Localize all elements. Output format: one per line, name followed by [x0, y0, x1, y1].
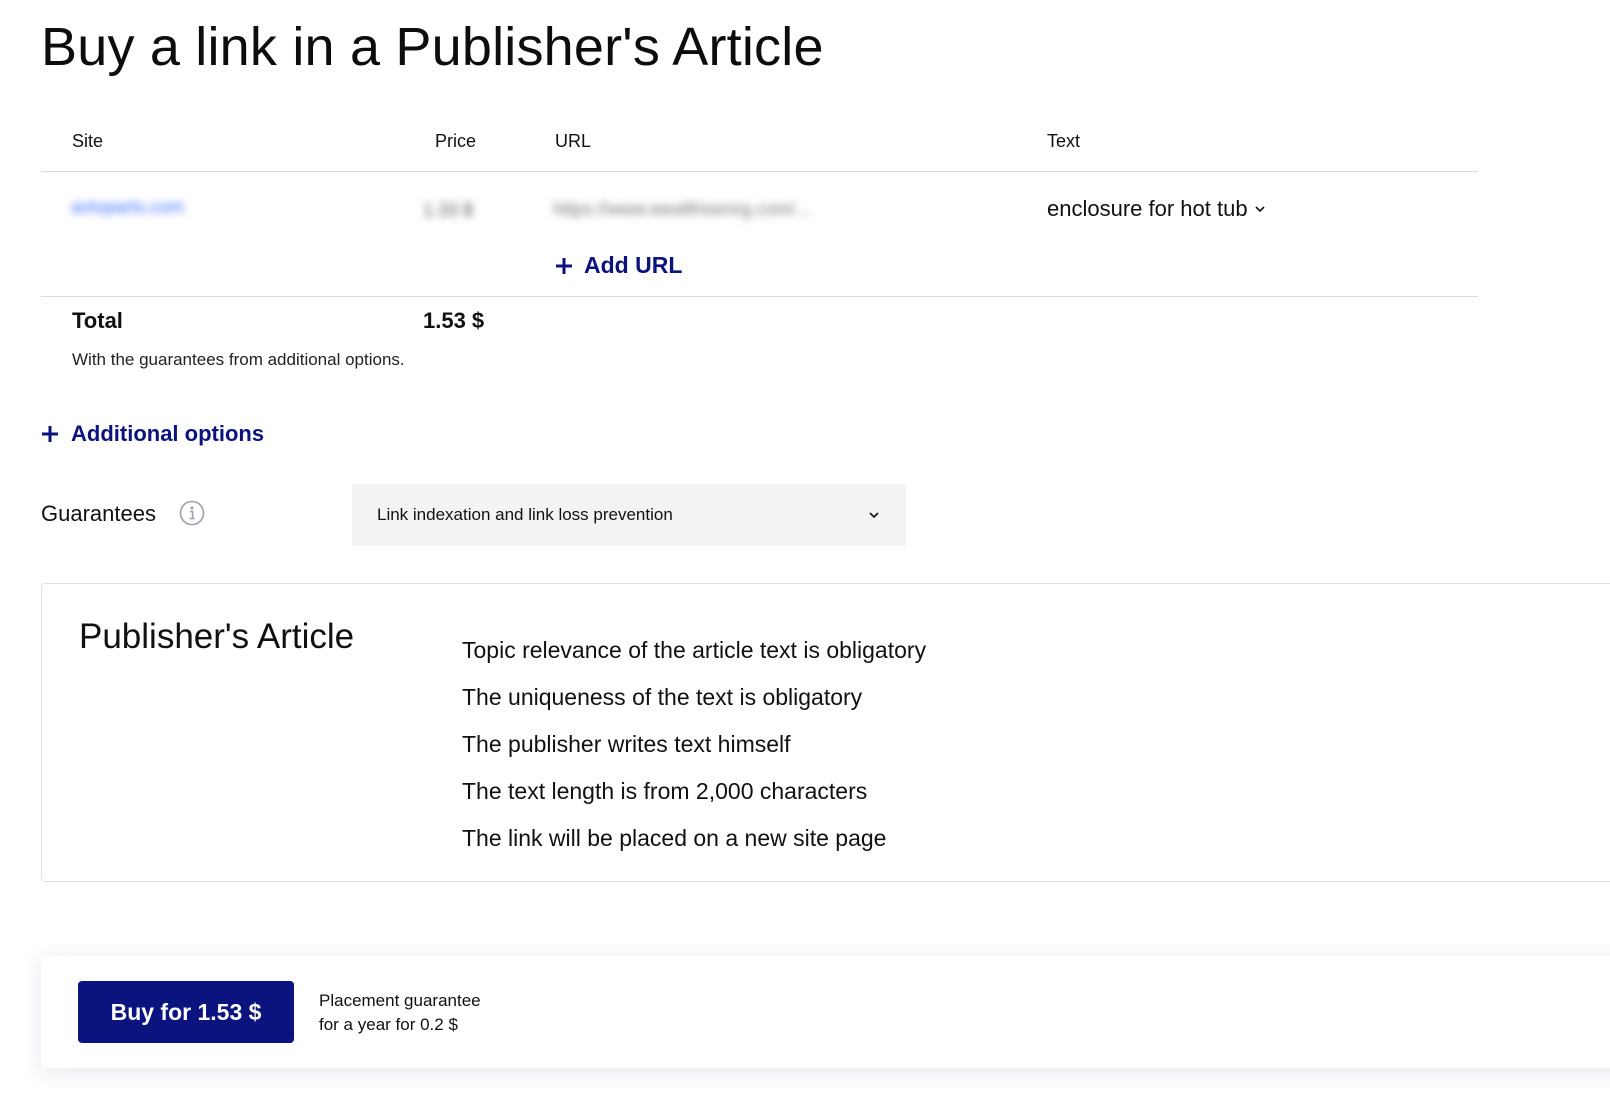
feature-list: Topic relevance of the article text is o… — [462, 627, 926, 862]
total-note: With the guarantees from additional opti… — [72, 350, 405, 369]
placement-note-line: Placement guarantee — [319, 991, 481, 1010]
total-value: 1.53 $ — [423, 308, 485, 333]
guarantees-selected-value: Link indexation and link loss prevention — [377, 505, 673, 524]
anchor-text-value: enclosure for hot tub — [1047, 196, 1248, 221]
placement-note-line: for a year for 0.2 $ — [319, 1015, 458, 1034]
column-header-url: URL — [555, 131, 592, 151]
feature-item: The publisher writes text himself — [462, 731, 791, 757]
add-url-button[interactable]: Add URL — [554, 252, 682, 279]
info-icon[interactable] — [179, 500, 205, 526]
plus-icon — [42, 426, 58, 442]
price-cell: 1.33 $ — [423, 200, 474, 220]
placement-guarantee-note: Placement guarantee for a year for 0.2 $ — [319, 989, 481, 1037]
column-header-price: Price — [435, 131, 477, 151]
chevron-down-icon — [1255, 206, 1265, 213]
add-url-label: Add URL — [584, 252, 683, 278]
buy-bar: Buy for 1.53 $ Placement guarantee for a… — [41, 956, 1610, 1068]
buy-button[interactable]: Buy for 1.53 $ — [78, 981, 294, 1043]
article-title: Publisher's Article — [79, 617, 355, 656]
anchor-text-select[interactable]: enclosure for hot tub — [1047, 196, 1266, 222]
chevron-down-icon — [869, 512, 879, 519]
feature-item: The uniqueness of the text is obligatory — [462, 684, 863, 710]
additional-options-button[interactable]: Additional options — [40, 421, 264, 447]
guarantees-select[interactable]: Link indexation and link loss prevention — [352, 484, 906, 546]
column-header-text: Text — [1047, 131, 1081, 151]
article-card: Publisher's Article Topic relevance of t… — [41, 583, 1610, 882]
feature-item: Topic relevance of the article text is o… — [462, 637, 927, 663]
table-row: avtoparts.com 1.33 $ https://www.wealthi… — [41, 172, 1478, 297]
feature-item: The link will be placed on a new site pa… — [462, 825, 887, 851]
feature-item: The text length is from 2,000 characters — [462, 778, 868, 804]
site-link[interactable]: avtoparts.com — [71, 197, 184, 218]
page-title: Buy a link in a Publisher's Article — [41, 17, 824, 77]
column-header-site: Site — [72, 131, 104, 151]
plus-icon — [556, 257, 572, 274]
total-label: Total — [72, 308, 123, 333]
page: Buy a link in a Publisher's Article Site… — [0, 0, 1610, 1120]
url-select[interactable]: https://www.wealthisenrg.com/... — [553, 199, 810, 220]
table-header: Site Price URL Text — [41, 120, 1478, 172]
additional-options-label: Additional options — [71, 421, 265, 446]
guarantees-label: Guarantees — [41, 501, 156, 526]
